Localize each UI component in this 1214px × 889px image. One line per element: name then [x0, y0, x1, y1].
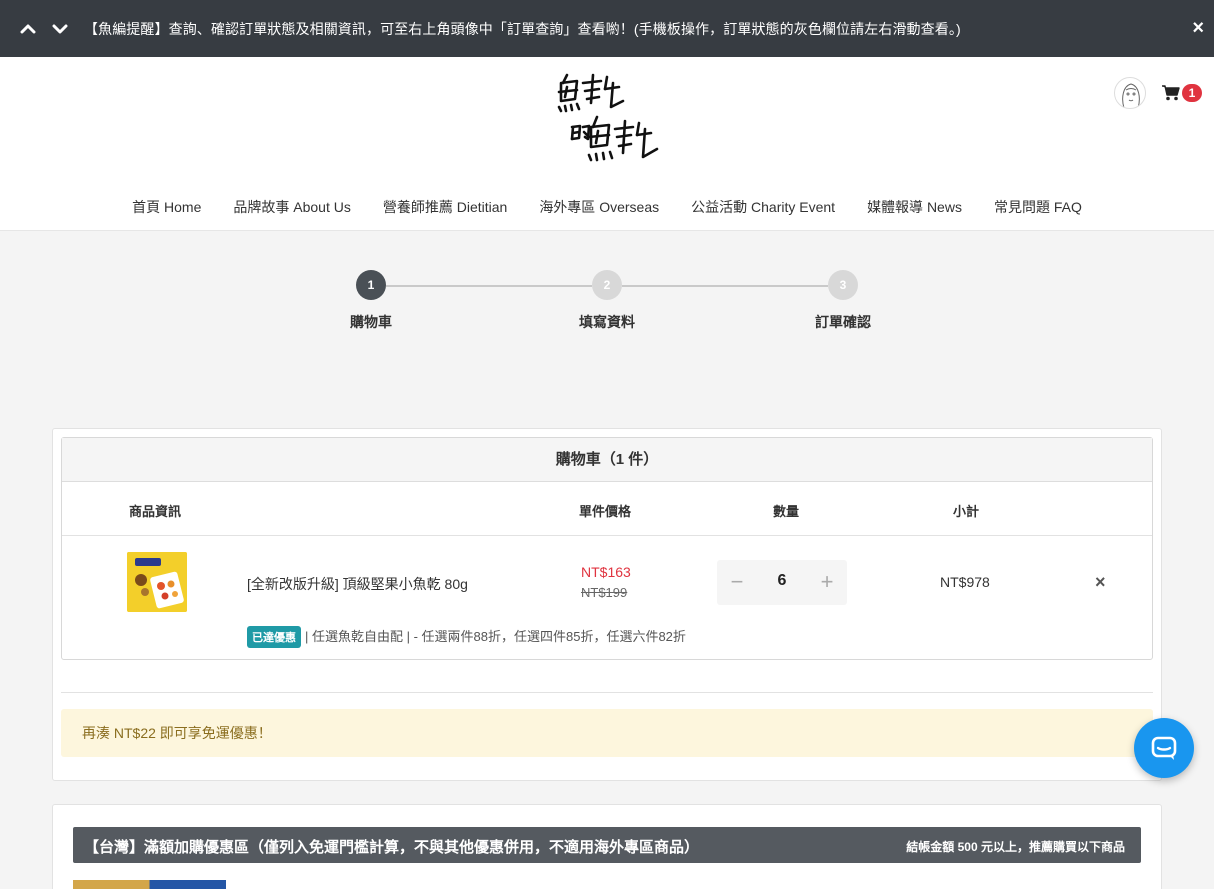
addon-section: 【台灣】滿額加購優惠區（僅列入免運門檻計算，不與其他優惠併用，不適用海外專區商品…	[52, 804, 1162, 889]
nav-item-charity[interactable]: 公益活動 Charity Event	[691, 197, 835, 217]
chevron-down-icon[interactable]	[44, 0, 76, 57]
nav-item-overseas[interactable]: 海外專區 Overseas	[539, 197, 659, 217]
step-number: 1	[356, 270, 386, 300]
column-header-unit-price: 單件價格	[579, 504, 632, 519]
free-shipping-notice: 再湊 NT$22 即可享免運優惠！	[61, 709, 1153, 757]
addon-product-image[interactable]	[73, 880, 226, 889]
cart-panel: 購物車（1 件） 商品資訊 單件價格 數量 小計 [全新改版升級] 頂級堅果小魚…	[52, 428, 1162, 781]
announcement-text: 【魚編提醒】查詢、確認訂單狀態及相關資訊，可至右上角頭像中「訂單查詢」查看喲！(…	[84, 20, 961, 37]
quantity-value[interactable]: 6	[757, 572, 807, 590]
step-cart: 1 購物車	[321, 270, 421, 332]
announcement-bar: 【魚編提醒】查詢、確認訂單狀態及相關資訊，可至右上角頭像中「訂單查詢」查看喲！(…	[0, 0, 1214, 57]
step-label: 購物車	[350, 314, 392, 330]
original-price: NT$199	[581, 585, 628, 600]
cart-table-header: 商品資訊 單件價格 數量 小計	[62, 482, 1152, 536]
product-name-link[interactable]: [全新改版升級] 頂級堅果小魚乾 80g	[247, 574, 468, 594]
cart-table: 購物車（1 件） 商品資訊 單件價格 數量 小計 [全新改版升級] 頂級堅果小魚…	[61, 437, 1153, 660]
chevron-up-icon[interactable]	[12, 0, 44, 57]
step-label: 訂單確認	[815, 314, 871, 330]
decrease-quantity-button[interactable]: −	[726, 569, 748, 595]
checkout-steps: 1 購物車 2 填寫資料 3 訂單確認	[0, 270, 1214, 340]
sale-price: NT$163	[581, 564, 631, 580]
user-avatar[interactable]	[1114, 77, 1146, 109]
column-header-quantity: 數量	[773, 504, 800, 519]
quantity-stepper: − 6 +	[717, 560, 847, 605]
promo-description: | 任選魚乾自由配 | - 任選兩件88折，任選四件85折，任選六件82折	[305, 629, 686, 644]
cart-title: 購物車（1 件）	[62, 438, 1152, 482]
column-header-subtotal: 小計	[953, 504, 980, 519]
divider	[61, 692, 1153, 693]
cart-count-badge: 1	[1182, 84, 1202, 102]
nav-item-home[interactable]: 首頁 Home	[132, 197, 201, 217]
addon-title: 【台灣】滿額加購優惠區（僅列入免運門檻計算，不與其他優惠併用，不適用海外專區商品…	[84, 839, 700, 856]
step-label: 填寫資料	[579, 314, 635, 330]
step-confirm: 3 訂單確認	[793, 270, 893, 332]
promo-status-badge: 已達優惠	[247, 626, 301, 648]
nav-item-about[interactable]: 品牌故事 About Us	[233, 197, 350, 217]
nav-item-dietitian[interactable]: 營養師推薦 Dietitian	[383, 197, 507, 217]
close-icon[interactable]: ×	[1192, 18, 1204, 38]
remove-item-icon[interactable]: ×	[1095, 572, 1106, 593]
step-number: 3	[828, 270, 858, 300]
chat-icon	[1151, 736, 1177, 760]
step-number: 2	[592, 270, 622, 300]
increase-quantity-button[interactable]: +	[816, 569, 838, 595]
column-header-info: 商品資訊	[129, 504, 182, 519]
addon-note: 結帳金額 500 元以上，推薦購買以下商品	[906, 840, 1125, 854]
main-nav: 首頁 Home 品牌故事 About Us 營養師推薦 Dietitian 海外…	[0, 197, 1214, 217]
promo-info: 已達優惠 | 任選魚乾自由配 | - 任選兩件88折，任選四件85折，任選六件82…	[247, 626, 686, 648]
cart-icon	[1162, 85, 1180, 101]
nav-item-faq[interactable]: 常見問題 FAQ	[994, 197, 1082, 217]
item-subtotal: NT$978	[940, 574, 990, 590]
table-row: [全新改版升級] 頂級堅果小魚乾 80g NT$163 NT$199 − 6 +…	[62, 536, 1152, 658]
chat-button[interactable]	[1134, 718, 1194, 778]
addon-header: 【台灣】滿額加購優惠區（僅列入免運門檻計算，不與其他優惠併用，不適用海外專區商品…	[73, 827, 1141, 863]
brand-logo[interactable]	[553, 69, 663, 169]
step-fill-info: 2 填寫資料	[557, 270, 657, 332]
site-header: 1 首頁 Home 品牌故事 About Us 營養師推薦 Dietitian …	[0, 57, 1214, 231]
product-thumbnail[interactable]	[127, 552, 187, 612]
cart-button[interactable]: 1	[1162, 83, 1204, 105]
nav-item-news[interactable]: 媒體報導 News	[867, 197, 962, 217]
